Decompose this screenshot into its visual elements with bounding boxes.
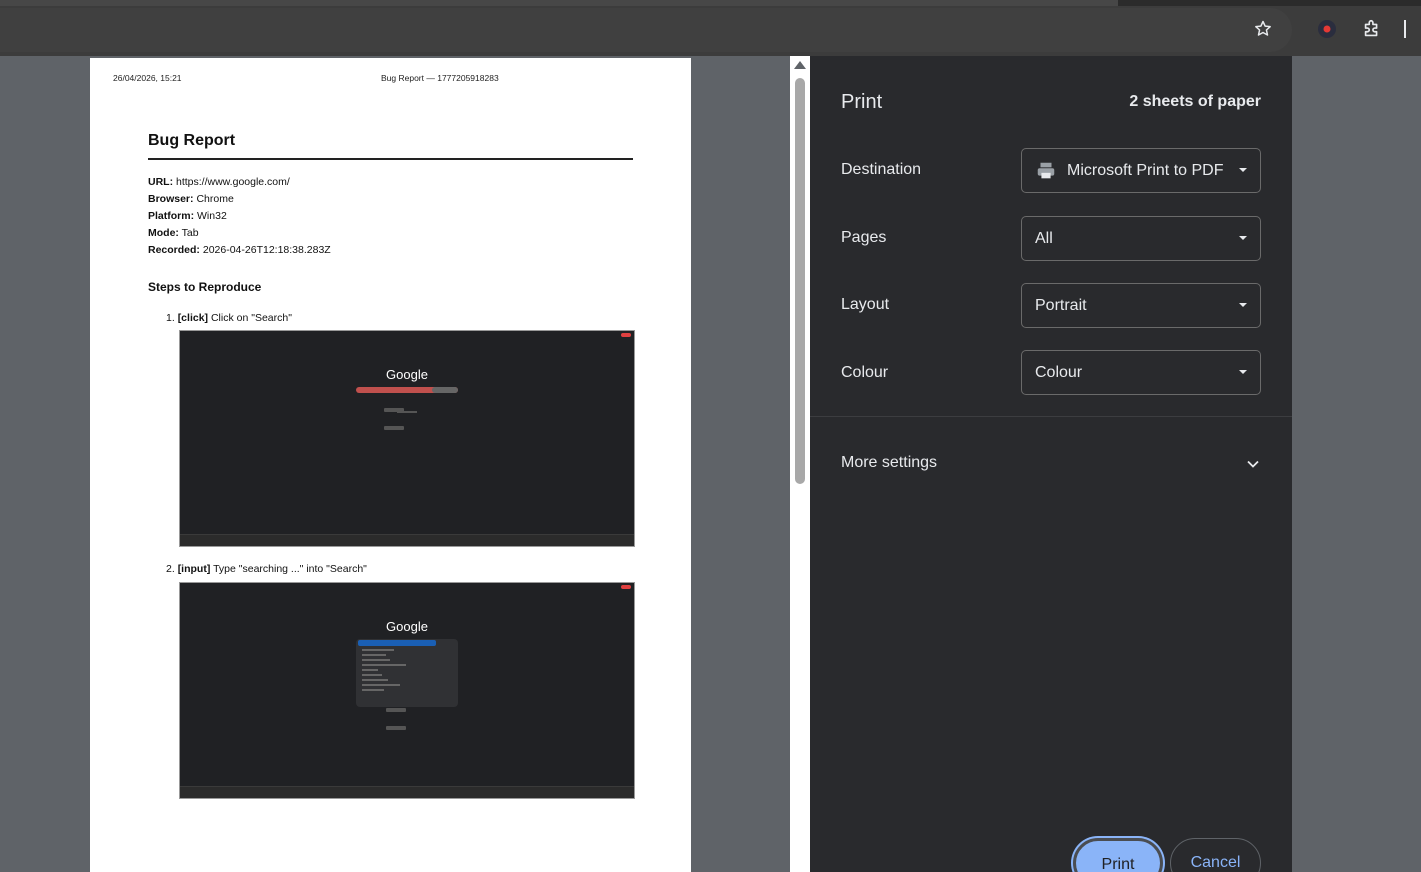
pages-select[interactable]: All <box>1021 216 1261 261</box>
browser-toolbar <box>0 0 1421 56</box>
pages-value: All <box>1035 229 1053 247</box>
preview-scrollbar[interactable] <box>790 56 810 872</box>
dropdown-arrow-icon <box>1239 236 1247 240</box>
meta-url: URL: https://www.google.com/ <box>148 176 290 188</box>
step-1-screenshot: Google <box>179 330 635 547</box>
layout-select[interactable]: Portrait <box>1021 283 1261 328</box>
title-divider <box>148 158 633 160</box>
print-settings-panel: Print 2 sheets of paper Destination Micr… <box>810 56 1292 872</box>
report-title: Bug Report <box>148 132 236 149</box>
layout-label: Layout <box>841 296 890 313</box>
more-settings-label: More settings <box>841 454 938 471</box>
step-2: 2. [input] Type "searching ..." into "Se… <box>166 563 367 575</box>
more-settings-toggle[interactable]: More settings <box>841 454 1261 474</box>
colour-value: Colour <box>1035 363 1083 381</box>
page-header-title: Bug Report — 1777205918283 <box>381 73 499 83</box>
address-bar[interactable] <box>0 8 1292 52</box>
page-header-date: 26/04/2026, 15:21 <box>113 73 182 83</box>
printer-icon <box>1035 160 1057 182</box>
meta-browser: Browser: Chrome <box>148 193 234 205</box>
meta-recorded: Recorded: 2026-04-26T12:18:38.283Z <box>148 244 331 256</box>
screenshot-logo: Google <box>386 367 428 382</box>
step-2-screenshot: Google <box>179 582 635 799</box>
destination-value: Microsoft Print to PDF <box>1067 161 1224 179</box>
destination-label: Destination <box>841 161 922 178</box>
dropdown-arrow-icon <box>1239 370 1247 374</box>
destination-select[interactable]: Microsoft Print to PDF <box>1021 148 1261 193</box>
sheet-count: 2 sheets of paper <box>1129 93 1261 110</box>
settings-divider <box>810 416 1292 417</box>
print-title: Print <box>841 91 883 113</box>
print-button[interactable]: Print <box>1073 838 1163 872</box>
cancel-button[interactable]: Cancel <box>1170 838 1261 872</box>
record-icon[interactable] <box>1314 16 1340 42</box>
screenshot-logo: Google <box>386 619 428 634</box>
scroll-up-arrow-icon[interactable] <box>794 61 806 69</box>
page-background <box>1292 56 1421 872</box>
meta-mode: Mode: Tab <box>148 227 199 239</box>
layout-value: Portrait <box>1035 296 1087 314</box>
puzzle-icon[interactable] <box>1359 16 1385 42</box>
meta-platform: Platform: Win32 <box>148 210 227 222</box>
colour-label: Colour <box>841 364 889 381</box>
step-1: 1. [click] Click on "Search" <box>166 312 292 324</box>
tab-strip <box>0 0 1421 6</box>
star-icon[interactable] <box>1250 16 1276 42</box>
colour-select[interactable]: Colour <box>1021 350 1261 395</box>
steps-heading: Steps to Reproduce <box>148 280 262 294</box>
preview-page: 26/04/2026, 15:21 Bug Report — 177720591… <box>90 58 691 872</box>
toolbar-divider <box>1404 20 1406 38</box>
print-preview-area: 26/04/2026, 15:21 Bug Report — 177720591… <box>0 56 810 872</box>
dropdown-arrow-icon <box>1239 303 1247 307</box>
pages-label: Pages <box>841 229 887 246</box>
chevron-down-icon <box>1245 456 1261 477</box>
scroll-thumb[interactable] <box>795 78 805 484</box>
dropdown-arrow-icon <box>1239 168 1247 172</box>
